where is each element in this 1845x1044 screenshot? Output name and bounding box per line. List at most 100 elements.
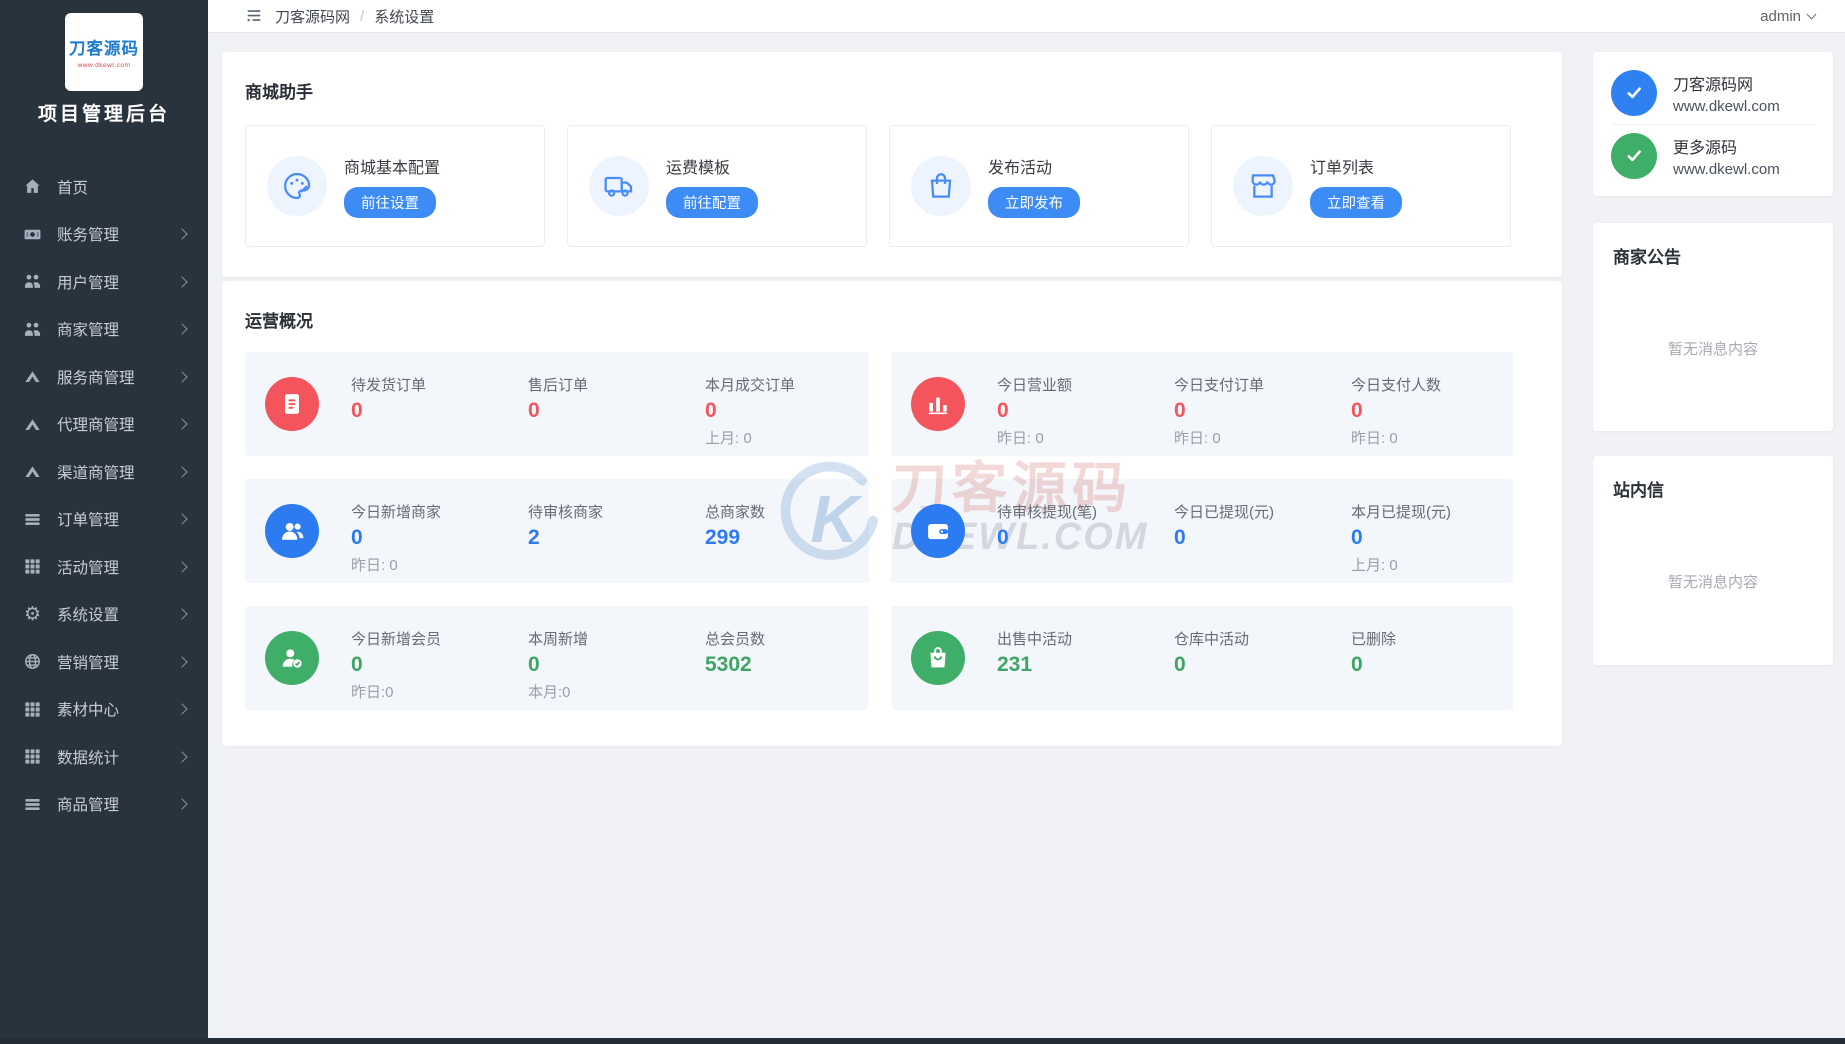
stat-label: 今日支付人数 bbox=[1351, 377, 1442, 394]
publish-now-button[interactable]: 立即发布 bbox=[988, 187, 1080, 218]
notice-title: 商家公告 bbox=[1613, 248, 1681, 267]
go-setup-button[interactable]: 前往设置 bbox=[344, 187, 436, 218]
stat-label: 今日营业额 bbox=[997, 377, 1073, 394]
stat-label: 今日新增会员 bbox=[351, 631, 442, 648]
stat: 出售中活动 231 bbox=[997, 628, 1174, 698]
stat-value: 0 bbox=[1351, 526, 1363, 549]
stat: 售后订单 0 bbox=[528, 374, 705, 448]
stat-value: 0 bbox=[351, 399, 363, 422]
storefront-icon bbox=[1233, 156, 1293, 216]
stat-value: 299 bbox=[705, 526, 741, 549]
stat-panel-grid: 待发货订单 0 售后订单 0 本月成交订单 0 上月: 0 今日营业额 0 昨日… bbox=[245, 352, 1539, 710]
sidebar-item-label: 用户管理 bbox=[57, 274, 120, 292]
user-menu[interactable]: admin bbox=[1760, 7, 1817, 25]
site-mail-card: 站内信 暂无消息内容 bbox=[1593, 456, 1833, 665]
wallet-icon bbox=[911, 504, 965, 558]
globe-icon bbox=[23, 652, 42, 671]
sidebar-item-materials[interactable]: 素材中心 bbox=[0, 686, 208, 734]
check-icon bbox=[1611, 132, 1657, 179]
chevron-right-icon bbox=[176, 228, 188, 240]
sidebar-item-system-settings[interactable]: ⚙ 系统设置 bbox=[0, 591, 208, 639]
sidebar-item-channels[interactable]: 渠道商管理 bbox=[0, 448, 208, 496]
sidebar-item-activities[interactable]: 活动管理 bbox=[0, 543, 208, 591]
stat-value: 0 bbox=[528, 399, 540, 422]
stat-label: 已删除 bbox=[1351, 631, 1397, 648]
sidebar-item-label: 账务管理 bbox=[57, 227, 120, 245]
view-now-button[interactable]: 立即查看 bbox=[1310, 187, 1402, 218]
collapse-menu-icon[interactable] bbox=[245, 7, 263, 25]
stat-label: 售后订单 bbox=[528, 377, 589, 394]
users-icon bbox=[265, 504, 319, 558]
breadcrumb-current[interactable]: 系统设置 bbox=[374, 6, 434, 27]
sidebar-item-goods[interactable]: 商品管理 bbox=[0, 781, 208, 829]
stat-value: 0 bbox=[1174, 653, 1186, 676]
stat-value: 5302 bbox=[705, 653, 752, 676]
shopping-bag-icon bbox=[911, 156, 971, 216]
stat-sub: 昨日: 0 bbox=[997, 430, 1044, 447]
sidebar-item-label: 订单管理 bbox=[57, 512, 120, 530]
stat-panel-orders: 待发货订单 0 售后订单 0 本月成交订单 0 上月: 0 bbox=[245, 352, 869, 456]
link-url: www.dkewl.com bbox=[1673, 98, 1780, 115]
sidebar-title: 项目管理后台 bbox=[37, 104, 170, 125]
sidebar-item-label: 系统设置 bbox=[57, 607, 120, 625]
sidebar-item-label: 代理商管理 bbox=[57, 417, 135, 435]
sidebar: 刀客源码 www.dkewl.com 项目管理后台 首页 账务管理 用户管理 商… bbox=[0, 0, 208, 1044]
sidebar-item-label: 服务商管理 bbox=[57, 369, 135, 387]
stat-value: 0 bbox=[997, 526, 1009, 549]
stat: 本月已提现(元) 0 上月: 0 bbox=[1351, 501, 1528, 575]
users-icon bbox=[23, 272, 42, 291]
stat-sub: 昨日: 0 bbox=[1174, 430, 1221, 447]
link-row-dkewl[interactable]: 刀客源码网 www.dkewl.com bbox=[1611, 62, 1815, 124]
sidebar-item-finance[interactable]: 账务管理 bbox=[0, 211, 208, 259]
caret-up-icon bbox=[23, 462, 42, 481]
user-check-icon bbox=[265, 631, 319, 685]
stat-value: 0 bbox=[1174, 526, 1186, 549]
chevron-down-icon bbox=[1806, 9, 1817, 20]
stat-label: 今日新增商家 bbox=[351, 504, 442, 521]
helper-label: 订单列表 bbox=[1310, 160, 1375, 177]
stat: 今日已提现(元) 0 bbox=[1174, 501, 1351, 575]
mail-title: 站内信 bbox=[1613, 481, 1664, 500]
chevron-right-icon bbox=[176, 561, 188, 573]
stat-label: 今日支付订单 bbox=[1174, 377, 1265, 394]
stat-label: 本月已提现(元) bbox=[1351, 504, 1451, 521]
sidebar-item-orders[interactable]: 订单管理 bbox=[0, 496, 208, 544]
chevron-right-icon bbox=[176, 798, 188, 810]
stat-sub: 上月: 0 bbox=[1351, 557, 1398, 574]
sidebar-item-service-providers[interactable]: 服务商管理 bbox=[0, 353, 208, 401]
chevron-right-icon bbox=[176, 371, 188, 383]
sidebar-item-agents[interactable]: 代理商管理 bbox=[0, 401, 208, 449]
breadcrumb-root[interactable]: 刀客源码网 bbox=[275, 6, 350, 27]
sidebar-item-home[interactable]: 首页 bbox=[0, 163, 208, 211]
sidebar-item-statistics[interactable]: 数据统计 bbox=[0, 733, 208, 781]
stat-label: 待发货订单 bbox=[351, 377, 427, 394]
link-row-more-source[interactable]: 更多源码 www.dkewl.com bbox=[1611, 124, 1815, 186]
stat-label: 今日已提现(元) bbox=[1174, 504, 1274, 521]
sidebar-item-merchants[interactable]: 商家管理 bbox=[0, 306, 208, 354]
stat: 本月成交订单 0 上月: 0 bbox=[705, 374, 882, 448]
section-title-helper: 商城助手 bbox=[245, 83, 313, 102]
link-title: 更多源码 bbox=[1673, 139, 1738, 157]
logo-text: 刀客源码 bbox=[69, 40, 139, 58]
stat-label: 仓库中活动 bbox=[1174, 631, 1250, 648]
go-config-button[interactable]: 前往配置 bbox=[666, 187, 758, 218]
chevron-right-icon bbox=[176, 751, 188, 763]
chevron-right-icon bbox=[176, 608, 188, 620]
stat-value: 0 bbox=[1351, 653, 1363, 676]
stat-panel-withdrawals: 待审核提现(笔) 0 今日已提现(元) 0 本月已提现(元) 0 上月: 0 bbox=[891, 479, 1513, 583]
sidebar-item-marketing[interactable]: 营销管理 bbox=[0, 638, 208, 686]
receipt-icon bbox=[265, 377, 319, 431]
overview-card: 运营概况 待发货订单 0 售后订单 0 本月成交订单 0 上月: 0 今日营业额… bbox=[222, 281, 1562, 746]
username: admin bbox=[1760, 7, 1801, 25]
stat: 待审核商家 2 bbox=[528, 501, 705, 575]
stat: 今日营业额 0 昨日: 0 bbox=[997, 374, 1174, 448]
stat-value: 231 bbox=[997, 653, 1033, 676]
bar-chart-icon bbox=[911, 377, 965, 431]
stat-sub bbox=[528, 554, 705, 571]
stat-sub: 昨日: 0 bbox=[351, 557, 398, 574]
stat-panel-activities: 出售中活动 231 仓库中活动 0 已删除 0 bbox=[891, 606, 1513, 710]
stat-sub bbox=[351, 427, 528, 444]
helper-row: 商城基本配置 前往设置 运费模板 前往配置 发布活动 立即发布 订单列表 立即查… bbox=[245, 125, 1539, 247]
sidebar-item-users[interactable]: 用户管理 bbox=[0, 258, 208, 306]
main-column: 商城助手 商城基本配置 前往设置 运费模板 前往配置 发布活动 立即发布 订单列… bbox=[222, 52, 1562, 746]
